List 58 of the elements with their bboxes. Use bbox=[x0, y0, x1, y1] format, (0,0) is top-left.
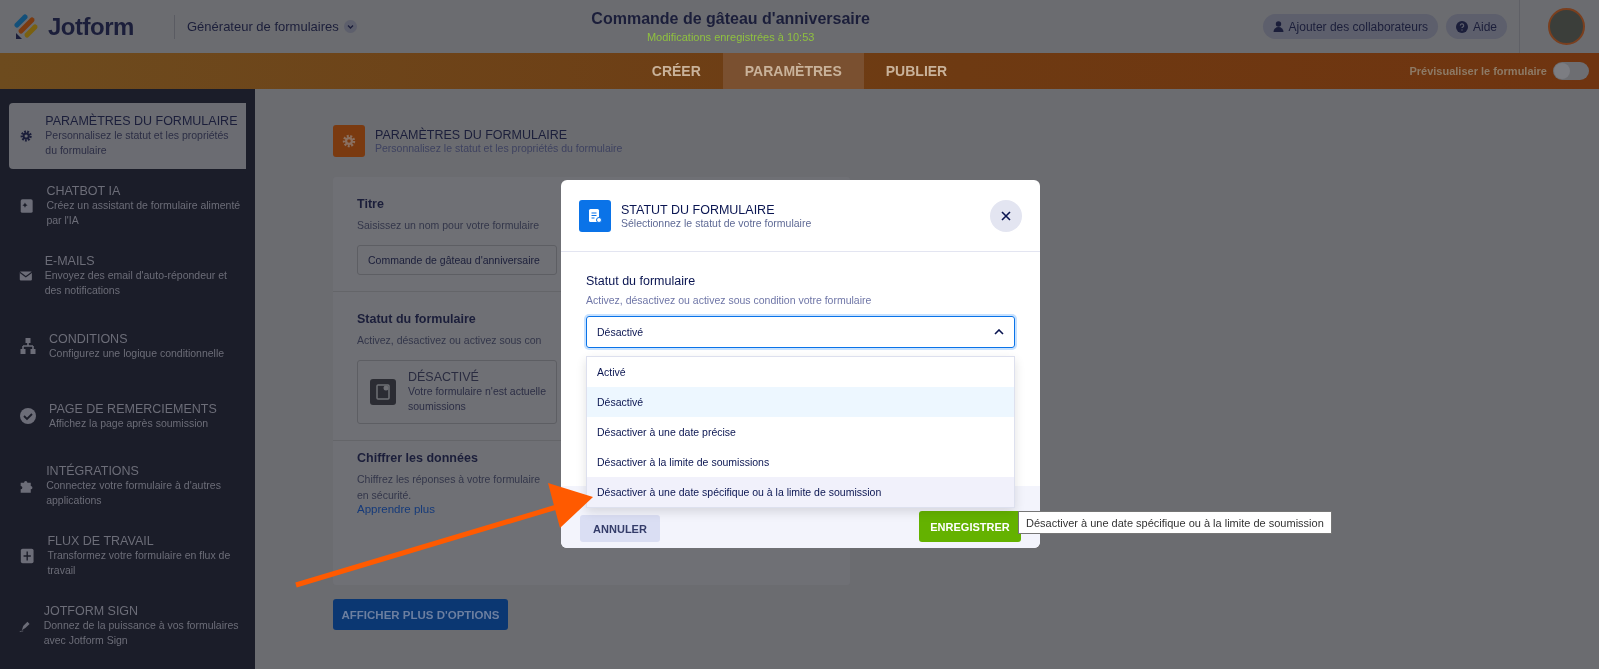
select-option[interactable]: Désactiver à la limite de soumissions bbox=[587, 447, 1014, 477]
help-icon bbox=[1455, 20, 1468, 33]
logo-icon bbox=[14, 12, 40, 41]
hierarchy-icon bbox=[19, 337, 37, 355]
learn-more-link[interactable]: Apprendre plus bbox=[357, 503, 435, 515]
preview-switch[interactable] bbox=[1553, 62, 1589, 80]
nav-tab[interactable]: PUBLIER bbox=[863, 53, 970, 89]
save-button[interactable]: ENREGISTRER bbox=[919, 511, 1021, 542]
more-options-button[interactable]: AFFICHER PLUS D'OPTIONS bbox=[333, 599, 508, 630]
select-option[interactable]: Désactiver à une date précise bbox=[587, 417, 1014, 447]
sidebar-item[interactable]: PARAMÈTRES DU FORMULAIRE Personnalisez le statut et les propriétés du formulaire bbox=[9, 103, 246, 169]
caret-icon bbox=[994, 329, 1004, 335]
select-option[interactable]: Activé bbox=[587, 357, 1014, 387]
status-description: Votre formulaire n'est actuelle bbox=[408, 384, 546, 399]
status-description: soumissions bbox=[408, 399, 467, 414]
nav-tab[interactable]: PARAMÈTRES bbox=[722, 53, 864, 89]
field-description: Activez, désactivez ou activez sous condition votre formulaire bbox=[586, 294, 873, 306]
app-menu[interactable]: Générateur de formulaires bbox=[187, 19, 357, 34]
sidebar-item[interactable]: JOTFORM SIGN Donnez de la puissance à vos formulaires avec Jotform Sign bbox=[9, 593, 246, 659]
sidebar-item[interactable]: E-MAILS Envoyez des email d'auto-répondeur et des notifications bbox=[9, 243, 246, 309]
settings-icon bbox=[333, 125, 365, 157]
title-input-field[interactable]: Commande de gâteau d'anniversaire bbox=[357, 245, 557, 275]
section-title: Titre bbox=[357, 197, 384, 211]
user-icon bbox=[1272, 21, 1284, 32]
field-label: Statut du formulaire bbox=[586, 274, 697, 288]
sidebar-item[interactable]: PAGE DE REMERCIEMENTS Affichez la page après soumission bbox=[9, 383, 246, 449]
sidebar-item[interactable]: CONDITIONS Configurez une logique conditionnelle bbox=[9, 313, 246, 379]
help-button[interactable]: Aide bbox=[1445, 14, 1507, 39]
form-status-icon bbox=[370, 379, 396, 405]
sidebar-item[interactable]: INTÉGRATIONS Connectez votre formulaire à d'autres applications bbox=[9, 453, 246, 519]
settings-icon bbox=[19, 127, 34, 145]
dialog-subtitle: Sélectionnez le statut de votre formulaire bbox=[621, 216, 812, 229]
dialog-title: STATUT DU FORMULAIRE bbox=[621, 202, 776, 217]
select-option[interactable]: Désactiver à une date spécifique ou à la limite de soumission bbox=[587, 477, 1014, 507]
section-title: Chiffrer les données bbox=[357, 451, 478, 465]
page-title: PARAMÈTRES DU FORMULAIRE bbox=[375, 128, 569, 142]
sidebar-item[interactable]: FLUX DE TRAVAIL Transformez votre formulaire en flux de travail bbox=[9, 523, 246, 589]
logo-text: Jotform bbox=[48, 12, 134, 41]
nav-tab[interactable]: CRÉER bbox=[629, 53, 723, 89]
save-status: Modifications enregistrées à 10:53 bbox=[646, 31, 815, 43]
status-select[interactable]: Désactivé bbox=[586, 316, 1015, 348]
form-icon bbox=[579, 199, 611, 232]
status-title: DÉSACTIVÉ bbox=[408, 370, 480, 384]
sidebar-item[interactable]: CHATBOT IA Créez un assistant de formulaire alimenté par l'IA bbox=[9, 173, 246, 239]
check-circle-icon bbox=[19, 407, 37, 425]
sparkle-icon bbox=[19, 197, 35, 215]
select-option[interactable]: Désactivé bbox=[587, 387, 1014, 417]
form-title: Commande de gâteau d'anniversaire bbox=[591, 10, 870, 28]
cancel-button[interactable]: ANNULER bbox=[580, 515, 660, 542]
section-title: Statut du formulaire bbox=[357, 312, 476, 326]
close-button[interactable] bbox=[990, 199, 1022, 232]
tooltip: Désactiver à une date spécifique ou à la limite de soumission bbox=[1018, 511, 1332, 534]
status-card[interactable]: DÉSACTIVÉ Votre formulaire n'est actuelle soumissions bbox=[357, 360, 557, 424]
collaborators-button[interactable]: Ajouter des collaborateurs bbox=[1262, 14, 1438, 39]
chevron-down-icon bbox=[343, 20, 357, 33]
avatar-photo-placeholder[interactable] bbox=[1548, 8, 1585, 45]
preview-label: Prévisualiser le formulaire bbox=[1409, 65, 1547, 77]
close-icon bbox=[1001, 210, 1011, 221]
